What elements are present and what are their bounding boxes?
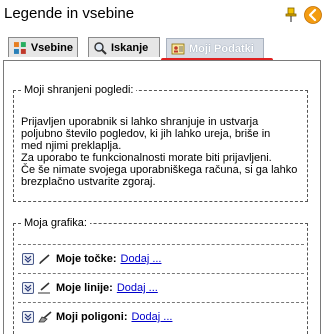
pencil-polygon-icon — [38, 311, 52, 323]
header: Legende in vsebine — [0, 0, 324, 30]
graphics-row-label: Moje točke: — [56, 253, 117, 265]
saved-views-line: Za uporabo te funkcionalnosti morate bit… — [21, 152, 272, 164]
search-icon — [94, 41, 107, 55]
saved-views-line: Če še nimate svojega uporabniškega račun… — [21, 164, 298, 176]
tab-vsebine[interactable]: Vsebine — [8, 37, 78, 57]
add-polygons-link[interactable]: Dodaj ... — [131, 311, 172, 323]
graphics-row-label: Moji poligoni: — [56, 311, 128, 323]
expand-icon[interactable] — [22, 253, 34, 265]
divider — [18, 302, 304, 303]
saved-views-line: med njimi preklaplja. — [21, 140, 122, 152]
graphics-row-label: Moje linije: — [56, 282, 113, 294]
add-lines-link[interactable]: Dodaj ... — [117, 282, 158, 294]
saved-views-line: brezplačno ustvarite zgoraj. — [21, 176, 156, 188]
expand-icon[interactable] — [22, 282, 34, 294]
tab-moji-podatki-label: Moji Podatki — [189, 42, 254, 55]
add-points-link[interactable]: Dodaj ... — [121, 253, 162, 265]
page-title: Legende in vsebine — [4, 5, 135, 22]
divider — [18, 244, 304, 245]
divider — [18, 273, 304, 274]
tab-bar: Vsebine Iskanje Moji Podatki — [0, 30, 324, 88]
saved-views-legend: Moji shranjeni pogledi: — [21, 84, 137, 96]
tab-vsebine-label: Vsebine — [30, 41, 73, 54]
saved-views-line: Prijavljen uporabnik si lahko shranjuje … — [21, 116, 259, 128]
back-arrow-icon[interactable] — [304, 6, 322, 24]
pencil-line-icon — [38, 282, 50, 294]
tab-iskanje[interactable]: Iskanje — [88, 37, 160, 57]
graphics-legend: Moja grafika: — [21, 217, 90, 229]
tab-moji-podatki[interactable]: Moji Podatki — [166, 38, 264, 58]
graphics-row-lines: Moje linije: Dodaj ... — [22, 280, 158, 296]
pin-icon[interactable] — [284, 7, 298, 23]
pencil-icon — [39, 254, 50, 264]
saved-views-text: Prijavljen uporabnik si lahko shranjuje … — [21, 116, 306, 188]
graphics-row-points: Moje točke: Dodaj ... — [22, 251, 161, 267]
grid-icon — [13, 41, 26, 54]
expand-icon[interactable] — [22, 311, 34, 323]
tab-iskanje-label: Iskanje — [111, 41, 149, 54]
graphics-row-polygons: Moji poligoni: Dodaj ... — [22, 309, 172, 325]
user-card-icon — [171, 43, 185, 54]
saved-views-line: poljubno število pogledov, ki jih lahko … — [21, 128, 271, 140]
